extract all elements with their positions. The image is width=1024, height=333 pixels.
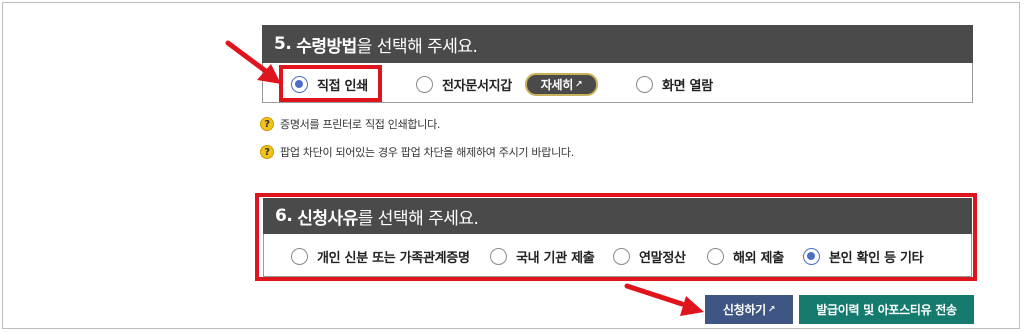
section5-title-bold: 수령방법 [296, 36, 357, 57]
note-text: 증명서를 프린터로 직접 인쇄합니다. [280, 118, 441, 131]
option-label: 전자문서지갑 [442, 79, 512, 94]
note-text: 팝업 차단이 되어있는 경우 팝업 차단을 해제하여 주시기 바랍니다. [280, 146, 574, 159]
radio-unchecked-icon[interactable] [416, 76, 433, 93]
option-e-wallet[interactable]: 전자문서지갑 [416, 75, 512, 94]
detail-button[interactable]: 자세히 ↗ [525, 73, 598, 96]
arrow-pointer-icon [225, 40, 281, 84]
question-icon: ? [260, 145, 274, 159]
external-link-icon: ↗ [767, 304, 776, 315]
option-label: 화면 열람 [662, 79, 713, 94]
apply-button-label: 신청하기 [722, 303, 766, 317]
question-icon: ? [260, 117, 274, 131]
arrow-pointer-icon [624, 283, 704, 316]
highlight-box-direct-print [279, 65, 382, 102]
section5-header: 5. 수령방법 을 선택해 주세요. [262, 25, 973, 63]
history-apostille-button[interactable]: 발급이력 및 아포스티유 전송 [799, 295, 974, 324]
external-link-icon: ↗ [574, 79, 583, 90]
radio-unchecked-icon[interactable] [636, 76, 653, 93]
note-popup: ? 팝업 차단이 되어있는 경우 팝업 차단을 해제하여 주시기 바랍니다. [260, 144, 574, 160]
option-screen-view[interactable]: 화면 열람 [636, 75, 713, 94]
detail-button-label: 자세히 [540, 78, 574, 92]
section5-title-rest: 을 선택해 주세요. [356, 36, 478, 57]
note-print: ? 증명서를 프린터로 직접 인쇄합니다. [260, 116, 440, 132]
history-button-label: 발급이력 및 아포스티유 전송 [816, 303, 957, 317]
apply-button[interactable]: 신청하기 ↗ [705, 295, 793, 324]
highlight-box-section6 [255, 193, 977, 281]
